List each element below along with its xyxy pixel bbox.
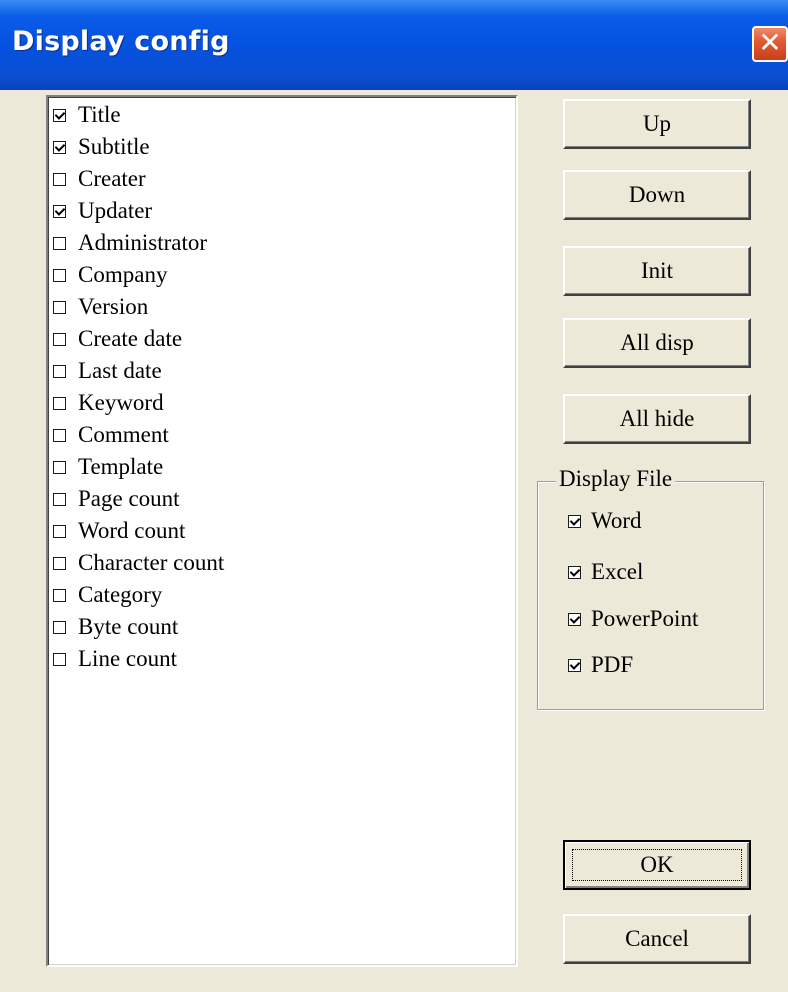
list-item-category[interactable]: Category xyxy=(53,580,162,610)
checkbox[interactable] xyxy=(53,588,66,602)
title-bar: Display config ✕ xyxy=(0,0,788,90)
checkbox[interactable] xyxy=(53,204,66,218)
down-button[interactable]: Down xyxy=(563,170,751,220)
display-file-pdf[interactable]: PDF xyxy=(568,650,633,680)
list-item-label: Subtitle xyxy=(78,134,150,159)
list-item-label: Keyword xyxy=(78,390,164,415)
display-file-legend: Display File xyxy=(556,466,676,492)
list-item-label: Creater xyxy=(78,166,146,191)
list-item-administrator[interactable]: Administrator xyxy=(53,228,207,258)
list-item-version[interactable]: Version xyxy=(53,292,148,322)
checkbox[interactable] xyxy=(53,364,66,378)
list-item-label: Page count xyxy=(78,486,180,511)
list-item-label: Create date xyxy=(78,326,183,351)
list-item-label: Administrator xyxy=(78,230,208,255)
list-item-title[interactable]: Title xyxy=(53,100,121,130)
window-title: Display config xyxy=(12,26,230,57)
close-button[interactable]: ✕ xyxy=(752,26,788,62)
ok-button[interactable]: OK xyxy=(563,840,751,890)
list-item-keyword[interactable]: Keyword xyxy=(53,388,164,418)
list-item-creater[interactable]: Creater xyxy=(53,164,146,194)
cancel-button[interactable]: Cancel xyxy=(563,914,751,964)
list-item-label: Category xyxy=(78,582,163,607)
list-item-subtitle[interactable]: Subtitle xyxy=(53,132,150,162)
checkbox[interactable] xyxy=(53,172,66,186)
list-item-line-count[interactable]: Line count xyxy=(53,644,177,674)
checkbox[interactable] xyxy=(53,556,66,570)
all-hide-button-label: All hide xyxy=(619,406,695,431)
display-file-excel[interactable]: Excel xyxy=(568,557,643,587)
list-item-comment[interactable]: Comment xyxy=(53,420,169,450)
list-item-label: Company xyxy=(78,262,168,287)
checkbox[interactable] xyxy=(53,460,66,474)
checkbox[interactable] xyxy=(568,612,581,626)
init-button[interactable]: Init xyxy=(563,246,751,296)
list-item-label: Last date xyxy=(78,358,162,383)
list-item-byte-count[interactable]: Byte count xyxy=(53,612,178,642)
all-disp-button[interactable]: All disp xyxy=(563,318,751,368)
checkbox[interactable] xyxy=(53,396,66,410)
display-file-label: PDF xyxy=(591,652,634,677)
checkbox[interactable] xyxy=(53,620,66,634)
checkbox[interactable] xyxy=(53,268,66,282)
up-button[interactable]: Up xyxy=(563,99,751,149)
list-item-create-date[interactable]: Create date xyxy=(53,324,182,354)
list-item-label: Byte count xyxy=(78,614,179,639)
list-item-updater[interactable]: Updater xyxy=(53,196,152,226)
display-file-label: PowerPoint xyxy=(591,606,699,631)
checkbox[interactable] xyxy=(53,108,66,122)
display-file-label: Word xyxy=(591,508,642,533)
list-item-label: Title xyxy=(78,102,121,127)
checkbox[interactable] xyxy=(53,652,66,666)
ok-button-label: OK xyxy=(640,852,674,877)
list-item-last-date[interactable]: Last date xyxy=(53,356,162,386)
checkbox[interactable] xyxy=(53,300,66,314)
list-item-label: Comment xyxy=(78,422,169,447)
init-button-label: Init xyxy=(641,258,673,283)
list-item-character-count[interactable]: Character count xyxy=(53,548,224,578)
list-item-page-count[interactable]: Page count xyxy=(53,484,180,514)
checkbox[interactable] xyxy=(568,514,581,528)
checkbox[interactable] xyxy=(53,428,66,442)
checkbox[interactable] xyxy=(53,236,66,250)
list-item-label: Character count xyxy=(78,550,225,575)
all-hide-button[interactable]: All hide xyxy=(563,394,751,444)
display-file-label: Excel xyxy=(591,559,644,584)
list-item-label: Line count xyxy=(78,646,177,671)
checkbox[interactable] xyxy=(53,140,66,154)
checkbox[interactable] xyxy=(568,565,581,579)
checkbox[interactable] xyxy=(568,658,581,672)
field-list[interactable]: Title Subtitle Creater Updater Administr… xyxy=(46,95,518,967)
list-item-company[interactable]: Company xyxy=(53,260,167,290)
list-item-word-count[interactable]: Word count xyxy=(53,516,185,546)
up-button-label: Up xyxy=(642,111,672,136)
cancel-button-label: Cancel xyxy=(625,926,689,951)
list-item-label: Template xyxy=(78,454,164,479)
checkbox[interactable] xyxy=(53,332,66,346)
down-button-label: Down xyxy=(628,182,686,207)
display-file-powerpoint[interactable]: PowerPoint xyxy=(568,604,698,634)
list-item-label: Word count xyxy=(78,518,186,543)
close-icon: ✕ xyxy=(758,26,782,59)
list-item-label: Updater xyxy=(78,198,153,223)
list-item-template[interactable]: Template xyxy=(53,452,163,482)
checkbox[interactable] xyxy=(53,492,66,506)
all-disp-button-label: All disp xyxy=(620,330,694,355)
display-file-word[interactable]: Word xyxy=(568,506,642,536)
list-item-label: Version xyxy=(78,294,149,319)
checkbox[interactable] xyxy=(53,524,66,538)
